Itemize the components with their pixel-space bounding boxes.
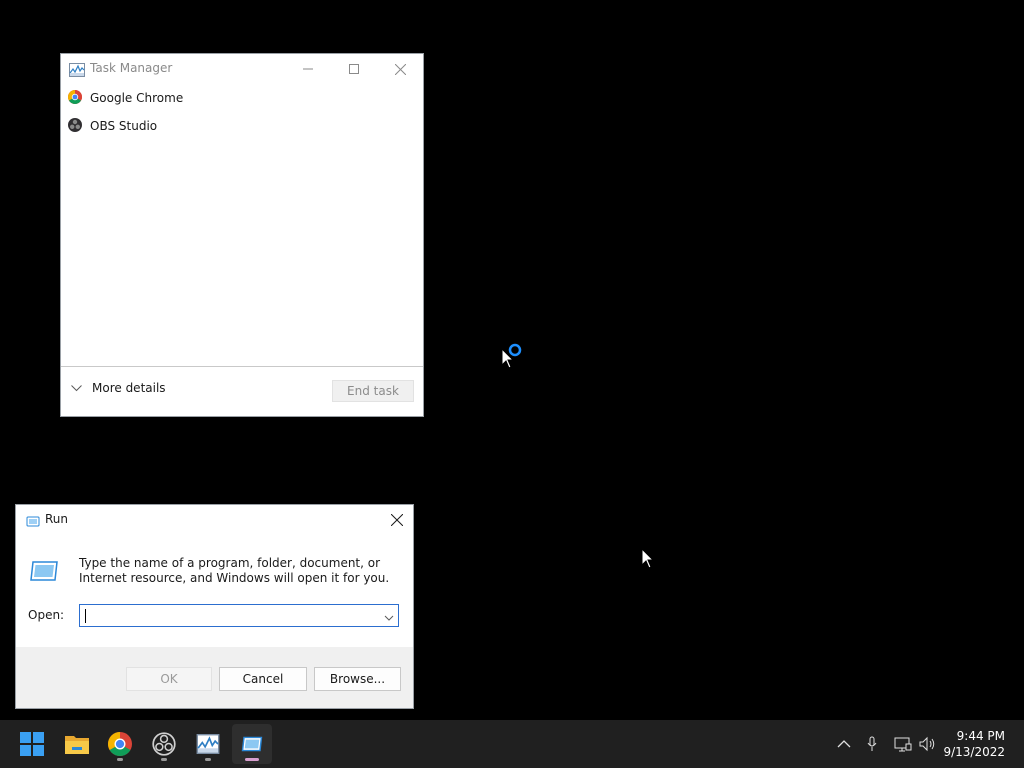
obs-taskbar-button[interactable] bbox=[144, 724, 184, 764]
task-manager-taskbar-button[interactable] bbox=[188, 724, 228, 764]
more-details-toggle[interactable]: More details bbox=[71, 381, 166, 395]
task-manager-footer: More details End task bbox=[61, 366, 423, 416]
task-manager-title: Task Manager bbox=[90, 61, 173, 75]
clock-date: 9/13/2022 bbox=[943, 745, 1005, 759]
close-icon bbox=[391, 514, 403, 526]
process-item-chrome[interactable]: Google Chrome bbox=[68, 88, 183, 108]
maximize-button[interactable] bbox=[331, 54, 377, 84]
more-details-label: More details bbox=[92, 381, 166, 395]
running-indicator bbox=[161, 758, 167, 761]
microphone-icon[interactable] bbox=[862, 734, 882, 754]
taskbar: 9:44 PM 9/13/2022 bbox=[0, 720, 1024, 768]
process-name: Google Chrome bbox=[90, 91, 184, 105]
file-explorer-button[interactable] bbox=[57, 724, 97, 764]
run-titlebar[interactable]: Run bbox=[16, 505, 413, 535]
running-indicator bbox=[205, 758, 211, 761]
cancel-button[interactable]: Cancel bbox=[219, 667, 307, 691]
run-dialog[interactable]: Run Type the name of a program, folder, … bbox=[15, 504, 414, 709]
chevron-down-icon bbox=[71, 384, 82, 391]
task-manager-icon bbox=[69, 62, 85, 81]
chevron-up-icon[interactable] bbox=[834, 734, 854, 754]
run-app-icon bbox=[29, 560, 59, 586]
close-icon bbox=[394, 63, 406, 75]
busy-cursor-icon bbox=[500, 342, 526, 374]
text-caret bbox=[85, 609, 86, 623]
obs-icon bbox=[68, 117, 82, 135]
process-name: OBS Studio bbox=[90, 119, 158, 133]
ok-button[interactable]: OK bbox=[126, 667, 212, 691]
browse-button[interactable]: Browse... bbox=[314, 667, 401, 691]
start-button[interactable] bbox=[12, 724, 52, 764]
process-item-obs[interactable]: OBS Studio bbox=[68, 116, 157, 136]
volume-icon[interactable] bbox=[918, 734, 938, 754]
windows-logo-icon bbox=[20, 732, 44, 756]
active-indicator bbox=[245, 758, 259, 761]
close-button[interactable] bbox=[377, 54, 423, 84]
task-manager-window[interactable]: Task Manager Google Chrome OBS Studio Mo… bbox=[60, 53, 424, 417]
task-manager-titlebar[interactable]: Task Manager bbox=[61, 54, 423, 84]
run-icon bbox=[26, 513, 40, 532]
run-body: Type the name of a program, folder, docu… bbox=[16, 535, 413, 647]
taskbar-clock[interactable]: 9:44 PM 9/13/2022 bbox=[943, 728, 1005, 760]
chrome-icon bbox=[68, 89, 82, 107]
minimize-button[interactable] bbox=[285, 54, 331, 84]
run-close-button[interactable] bbox=[381, 505, 413, 535]
mouse-cursor-icon bbox=[641, 547, 655, 574]
minimize-icon bbox=[303, 68, 313, 70]
run-taskbar-button[interactable] bbox=[232, 724, 272, 764]
clock-time: 9:44 PM bbox=[956, 729, 1005, 743]
chevron-down-icon[interactable] bbox=[384, 609, 394, 628]
maximize-icon bbox=[349, 64, 359, 74]
chrome-taskbar-button[interactable] bbox=[100, 724, 140, 764]
task-manager-icon bbox=[196, 734, 220, 754]
run-title: Run bbox=[45, 512, 69, 526]
chrome-icon bbox=[108, 732, 132, 756]
folder-icon bbox=[65, 736, 89, 754]
running-indicator bbox=[117, 758, 123, 761]
open-label: Open: bbox=[28, 608, 65, 622]
obs-icon bbox=[152, 732, 176, 756]
run-icon bbox=[241, 736, 263, 752]
open-combobox[interactable] bbox=[79, 604, 399, 627]
run-description: Type the name of a program, folder, docu… bbox=[79, 556, 390, 585]
network-icon[interactable] bbox=[893, 734, 913, 754]
end-task-button[interactable]: End task bbox=[332, 380, 414, 402]
